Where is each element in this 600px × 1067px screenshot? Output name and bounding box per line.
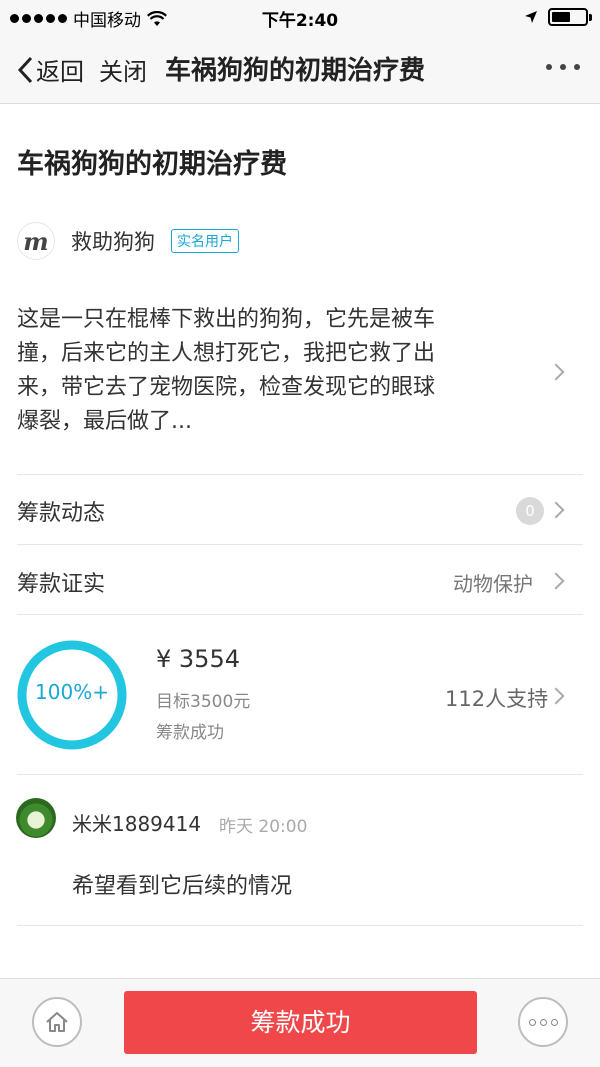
chevron-right-icon: [547, 501, 565, 519]
updates-count-badge: 0: [516, 497, 544, 525]
author-name: 救助狗狗: [71, 230, 155, 254]
back-label: 返回: [36, 58, 84, 86]
description-line: 爆裂，最后做了...: [17, 409, 192, 434]
location-arrow-icon: [525, 11, 537, 23]
divider: [17, 925, 583, 926]
description-line: 撞，后来它的主人想打死它，我把它救了出: [17, 341, 436, 366]
description-line: 来，带它去了宠物医院，检查发现它的眼球: [17, 375, 436, 400]
clock: 下午2:40: [261, 11, 339, 31]
back-button[interactable]: 返回: [16, 52, 84, 87]
close-button[interactable]: 关闭: [99, 52, 147, 87]
chevron-right-icon: [547, 687, 565, 705]
description[interactable]: 这是一只在棍棒下救出的狗狗，它先是被车 撞，后来它的主人想打死它，我把它救了出 …: [17, 303, 517, 439]
comment-time: 昨天 20:00: [219, 817, 308, 837]
commenter-avatar[interactable]: [16, 798, 56, 838]
verified-badge: 实名用户: [171, 229, 239, 253]
progress-percent: 100%+: [35, 680, 109, 704]
page-title: 车祸狗狗的初期治疗费: [17, 149, 287, 180]
verify-row[interactable]: 筹款证实: [17, 566, 105, 598]
more-icon[interactable]: [518, 997, 568, 1047]
commenter-name[interactable]: 米米1889414: [72, 808, 201, 837]
chevron-right-icon: [547, 572, 565, 590]
author-row[interactable]: m 救助狗狗 实名用户: [17, 220, 239, 262]
raised-amount: ¥ 3554: [156, 645, 240, 673]
divider: [17, 544, 583, 545]
nav-title: 车祸狗狗的初期治疗费: [165, 56, 426, 86]
chevron-left-icon: [17, 56, 33, 83]
status-bar: 中国移动 下午2:40: [0, 0, 600, 34]
battery-icon: [548, 8, 592, 26]
home-button[interactable]: [32, 997, 82, 1047]
author-logo: m: [17, 222, 55, 260]
updates-row[interactable]: 筹款动态: [17, 495, 105, 527]
fundraise-success-button[interactable]: 筹款成功: [124, 991, 477, 1054]
more-menu-button[interactable]: [546, 64, 580, 70]
comment-text: 希望看到它后续的情况: [72, 874, 293, 899]
chevron-right-icon: [547, 363, 565, 381]
verify-category: 动物保护: [453, 572, 533, 596]
target-amount: 目标3500元: [156, 692, 251, 712]
divider: [17, 474, 583, 475]
home-icon: [46, 1012, 68, 1032]
divider: [17, 774, 583, 775]
fundraise-status: 筹款成功: [156, 723, 224, 743]
supporters-count[interactable]: 112人支持: [445, 683, 548, 713]
description-line: 这是一只在棍棒下救出的狗狗，它先是被车: [17, 307, 436, 332]
divider: [17, 614, 583, 615]
nav-bar: 返回 关闭 车祸狗狗的初期治疗费: [0, 34, 600, 104]
